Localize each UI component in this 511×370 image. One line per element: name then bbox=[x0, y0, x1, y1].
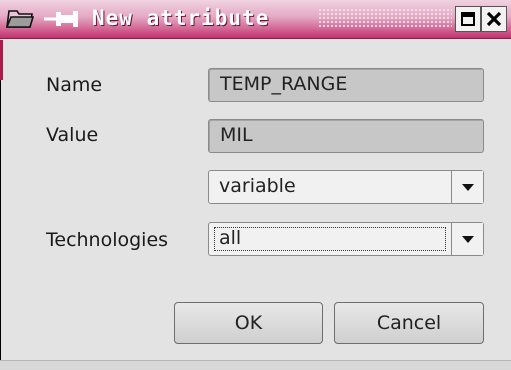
ok-button[interactable]: OK bbox=[174, 302, 323, 344]
pin-icon[interactable] bbox=[44, 9, 86, 29]
technologies-select[interactable]: all bbox=[208, 222, 484, 256]
maximize-icon[interactable] bbox=[455, 6, 481, 32]
window-bottom-edge bbox=[0, 360, 511, 370]
window-border-accent bbox=[0, 40, 3, 80]
technologies-select-arrow[interactable] bbox=[451, 223, 483, 255]
cancel-button[interactable]: Cancel bbox=[334, 302, 484, 344]
window-title: New attribute bbox=[92, 6, 270, 30]
chevron-down-icon bbox=[462, 184, 474, 191]
window-border bbox=[0, 40, 1, 360]
type-select-arrow[interactable] bbox=[451, 171, 483, 203]
technologies-label: Technologies bbox=[46, 229, 169, 251]
type-select-value: variable bbox=[219, 175, 296, 197]
type-select[interactable]: variable bbox=[208, 170, 484, 204]
folder-icon[interactable] bbox=[6, 7, 34, 29]
focus-indicator bbox=[214, 227, 446, 251]
chevron-down-icon bbox=[462, 236, 474, 243]
technologies-select-value: all bbox=[219, 227, 242, 249]
value-field[interactable]: MIL bbox=[208, 119, 484, 153]
close-icon bbox=[486, 11, 502, 27]
title-bar[interactable]: New attribute bbox=[0, 0, 511, 39]
value-label: Value bbox=[46, 124, 99, 146]
titlebar-grip bbox=[318, 8, 452, 29]
name-field[interactable]: TEMP_RANGE bbox=[208, 68, 484, 102]
dialog-window: New attribute Name TEMP_RANGE Value MIL … bbox=[0, 0, 511, 370]
close-button[interactable] bbox=[481, 6, 507, 32]
name-label: Name bbox=[46, 74, 103, 96]
